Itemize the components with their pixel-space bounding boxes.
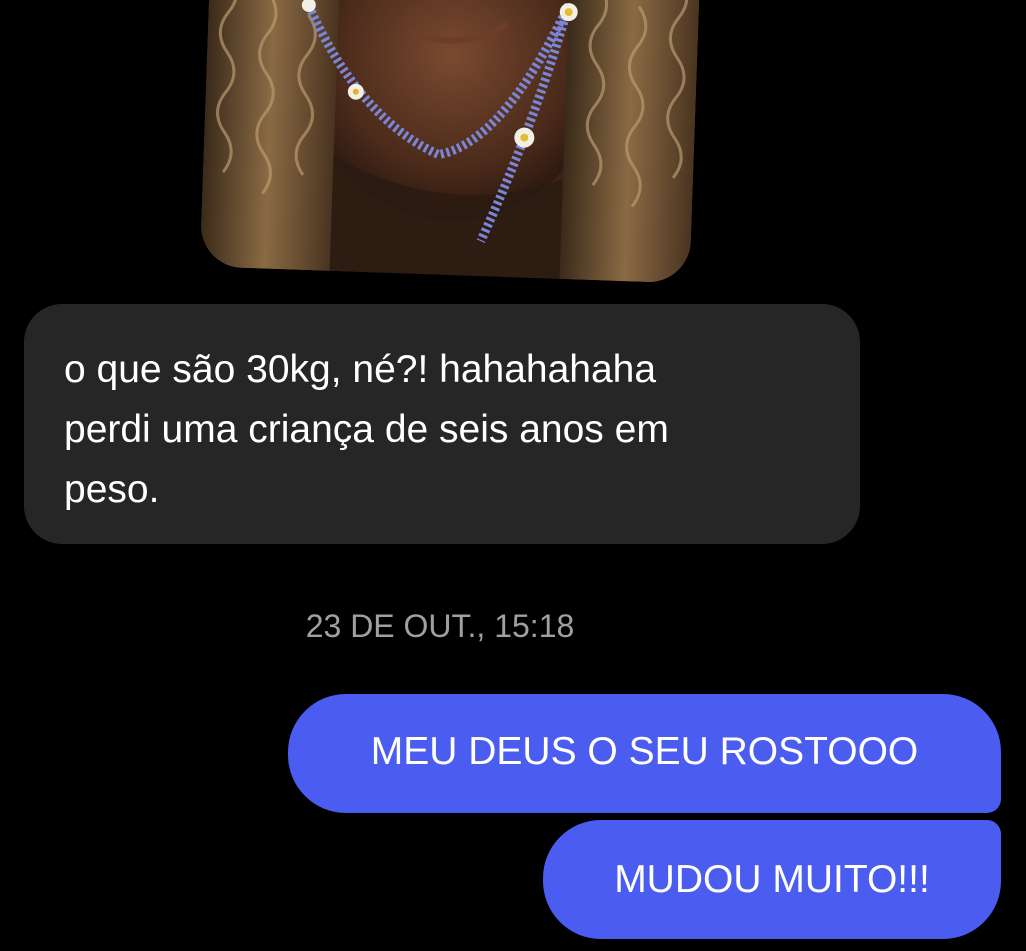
message-timestamp: 23 DE OUT., 15:18 (305, 608, 575, 644)
sent-message-bubble[interactable]: MEU DEUS O SEU ROSTOOO (288, 694, 1001, 813)
received-message-bubble[interactable]: o que são 30kg, né?! hahahahaha perdi um… (24, 304, 860, 544)
sent-message-text: MEU DEUS O SEU ROSTOOO (370, 730, 919, 773)
received-message-line: perdi uma criança de seis anos em (64, 408, 669, 451)
received-message-line: o que são 30kg, né?! hahahahaha (64, 348, 657, 391)
received-message-line: peso. (64, 468, 160, 511)
sent-message-text: MUDOU MUITO!!! (614, 858, 930, 901)
sent-message-bubble[interactable]: MUDOU MUITO!!! (543, 820, 1001, 939)
shared-photo[interactable] (199, 0, 701, 284)
photo-image-icon (199, 0, 701, 284)
